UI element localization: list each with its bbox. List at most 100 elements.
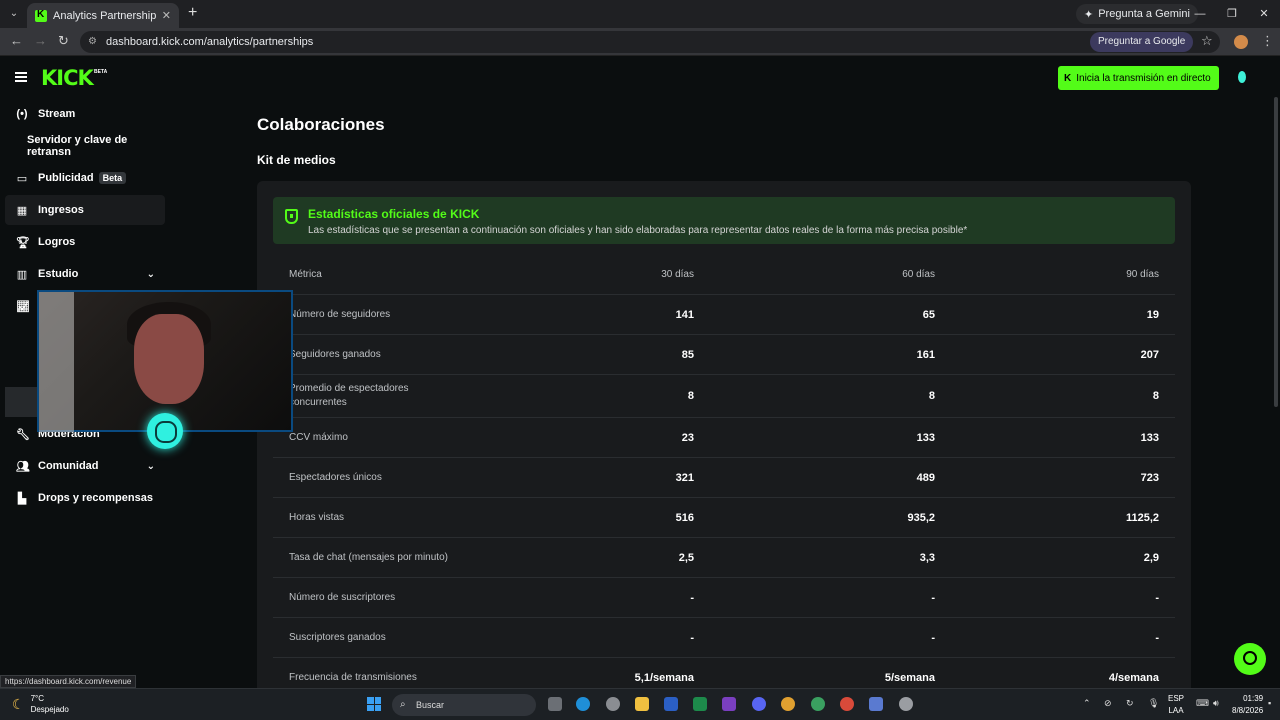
drops-icon: ▙ (17, 492, 27, 505)
user-avatar[interactable] (1238, 71, 1246, 83)
sidebar-item-drops[interactable]: ▙ Drops y recompensas (5, 483, 165, 513)
tray-sync-icon[interactable]: ↻ (1126, 698, 1134, 709)
chrome-profile-icon[interactable] (811, 697, 825, 711)
chrome-icon[interactable] (781, 697, 795, 711)
shield-icon (285, 209, 298, 224)
language-indicator[interactable]: ESP LAA (1168, 693, 1184, 717)
sidebar-item-revenue[interactable]: ▦ Ingresos (5, 195, 165, 225)
table-row: Número de seguidores 141 65 19 (273, 295, 1175, 335)
site-info-icon[interactable]: ⚙ (88, 31, 97, 53)
sidebar-item-community[interactable]: 👥︎ Comunidad ⌄ (5, 451, 165, 481)
sidebar-item-server-key[interactable]: Servidor y clave de retransn (5, 131, 165, 161)
omnibar: ← → ↻ ⚙ dashboard.kick.com/analytics/part… (0, 28, 1280, 56)
sidebar-label: Logros (38, 236, 76, 248)
notification-icon[interactable]: ▪ (1268, 698, 1271, 708)
trophy-icon: 🏆︎ (16, 236, 30, 249)
address-bar[interactable]: ⚙ dashboard.kick.com/analytics/partnershi… (80, 31, 1220, 53)
volume-icon[interactable]: 🔊︎ (1213, 698, 1219, 709)
value-60d: 133 (916, 431, 935, 444)
task-view-icon[interactable] (548, 697, 562, 711)
tray-app-icon[interactable]: ⊘ (1104, 698, 1112, 709)
metric-cell: Frecuencia de transmisiones (289, 671, 417, 683)
start-stream-button[interactable]: K Inicia la transmisión en directo (1058, 66, 1219, 90)
status-url: https://dashboard.kick.com/revenue (0, 675, 137, 688)
metric-cell: Número de seguidores (289, 308, 391, 320)
clock[interactable]: 01:39 8/8/2026 (1232, 693, 1263, 717)
tab-analytics[interactable]: Analytics Partnerships - Kick Da ✕ (27, 3, 179, 28)
logo-beta-badge: BETA (94, 69, 108, 75)
window-close-icon[interactable]: ✕ (1248, 0, 1280, 28)
profile-avatar[interactable] (1234, 35, 1248, 49)
webcam-background (39, 292, 74, 432)
browser-menu-icon[interactable]: ⋮ (1261, 33, 1274, 49)
value-90d: 207 (1140, 348, 1159, 361)
gemini-button[interactable]: ✦ Pregunta a Gemini (1076, 4, 1198, 24)
studio-icon: ▥ (16, 268, 28, 281)
value-60d: 8 (928, 390, 935, 402)
scrollbar[interactable] (1274, 97, 1278, 407)
lang-code: ESP (1168, 694, 1185, 703)
header-metric: Métrica (289, 268, 322, 280)
chevron-down-icon[interactable]: ⌄ (147, 269, 155, 280)
sidebar-item-stream[interactable]: (•) Stream (5, 99, 165, 129)
word-icon[interactable] (664, 697, 678, 711)
chevron-down-icon[interactable]: ⌄ (147, 461, 155, 472)
settings-icon[interactable] (606, 697, 620, 711)
tab-title: Analytics Partnerships - Kick Da (53, 9, 156, 22)
value-60d: 489 (916, 471, 935, 484)
metric-cell: Horas vistas (289, 511, 345, 523)
header-60d: 60 días (902, 269, 935, 280)
kick-logo[interactable]: KICK (41, 66, 94, 90)
obs-icon[interactable] (899, 697, 913, 711)
weather-widget[interactable]: ☾ 7°C Despejado (12, 693, 69, 715)
taskbar-search[interactable]: ⌕ Buscar (392, 694, 536, 716)
start-stream-label: Inicia la transmisión en directo (1076, 72, 1211, 84)
tab-close-icon[interactable]: ✕ (162, 9, 171, 22)
value-90d: 723 (1140, 471, 1159, 484)
stats-table: Métrica 30 días 60 días 90 días Número d… (273, 255, 1175, 698)
clipchamp-icon[interactable] (722, 697, 736, 711)
reload-icon[interactable]: ↻ (58, 33, 69, 49)
network-icon[interactable]: ⌨ (1196, 698, 1209, 709)
sidebar-item-ads[interactable]: ▭ Publicidad Beta (5, 163, 165, 193)
excel-icon[interactable] (693, 697, 707, 711)
store-icon[interactable] (869, 697, 883, 711)
bookmark-star-icon[interactable]: ☆ (1201, 33, 1213, 49)
ad-icon: ▭ (16, 172, 28, 185)
community-icon: 👥︎ (16, 460, 30, 473)
support-chat-button[interactable] (1234, 643, 1266, 675)
edge-icon[interactable] (576, 697, 590, 711)
microphone-icon[interactable]: 🎙︎ (1148, 698, 1159, 709)
back-icon[interactable]: ← (10, 33, 23, 48)
tab-search-chevron-icon[interactable]: ⌄ (6, 6, 22, 22)
search-label: Buscar (416, 700, 445, 710)
value-30d: - (690, 591, 694, 604)
new-tab-icon[interactable]: + (188, 4, 197, 22)
gemini-label: Pregunta a Gemini (1098, 8, 1190, 20)
value-90d: 1125,2 (1125, 511, 1159, 524)
kick-favicon-icon (35, 9, 47, 22)
windows-start-icon[interactable] (367, 697, 381, 711)
browser-tabstrip: ⌄ Analytics Partnerships - Kick Da ✕ + ✦… (0, 0, 1280, 28)
menu-icon[interactable] (15, 72, 27, 82)
table-row: Seguidores ganados 85 161 207 (273, 335, 1175, 375)
sidebar-label: Drops y recompensas (38, 492, 153, 504)
discord-icon[interactable] (752, 697, 766, 711)
value-60d: 5/semana (884, 671, 935, 684)
value-60d: 935,2 (907, 511, 935, 524)
section-title: Kit de medios (257, 153, 336, 167)
value-60d: 65 (922, 308, 935, 321)
forward-icon[interactable]: → (34, 33, 47, 48)
sidebar-item-studio[interactable]: ▥ Estudio ⌄ (5, 259, 165, 289)
minimize-icon[interactable]: — (1184, 0, 1216, 28)
chrome-active-icon[interactable] (840, 697, 854, 711)
file-explorer-icon[interactable] (635, 697, 649, 711)
sidebar-item-achievements[interactable]: 🏆︎ Logros (5, 227, 165, 257)
value-60d: 3,3 (919, 551, 935, 564)
page-title: Colaboraciones (257, 115, 385, 134)
tray-chevron-icon[interactable]: ⌃ (1083, 698, 1091, 709)
ask-google-button[interactable]: Preguntar a Google (1090, 32, 1194, 52)
restore-icon[interactable]: ❐ (1216, 0, 1248, 28)
sidebar-label: Ingresos (38, 204, 84, 216)
sidebar-highlight (5, 387, 37, 417)
